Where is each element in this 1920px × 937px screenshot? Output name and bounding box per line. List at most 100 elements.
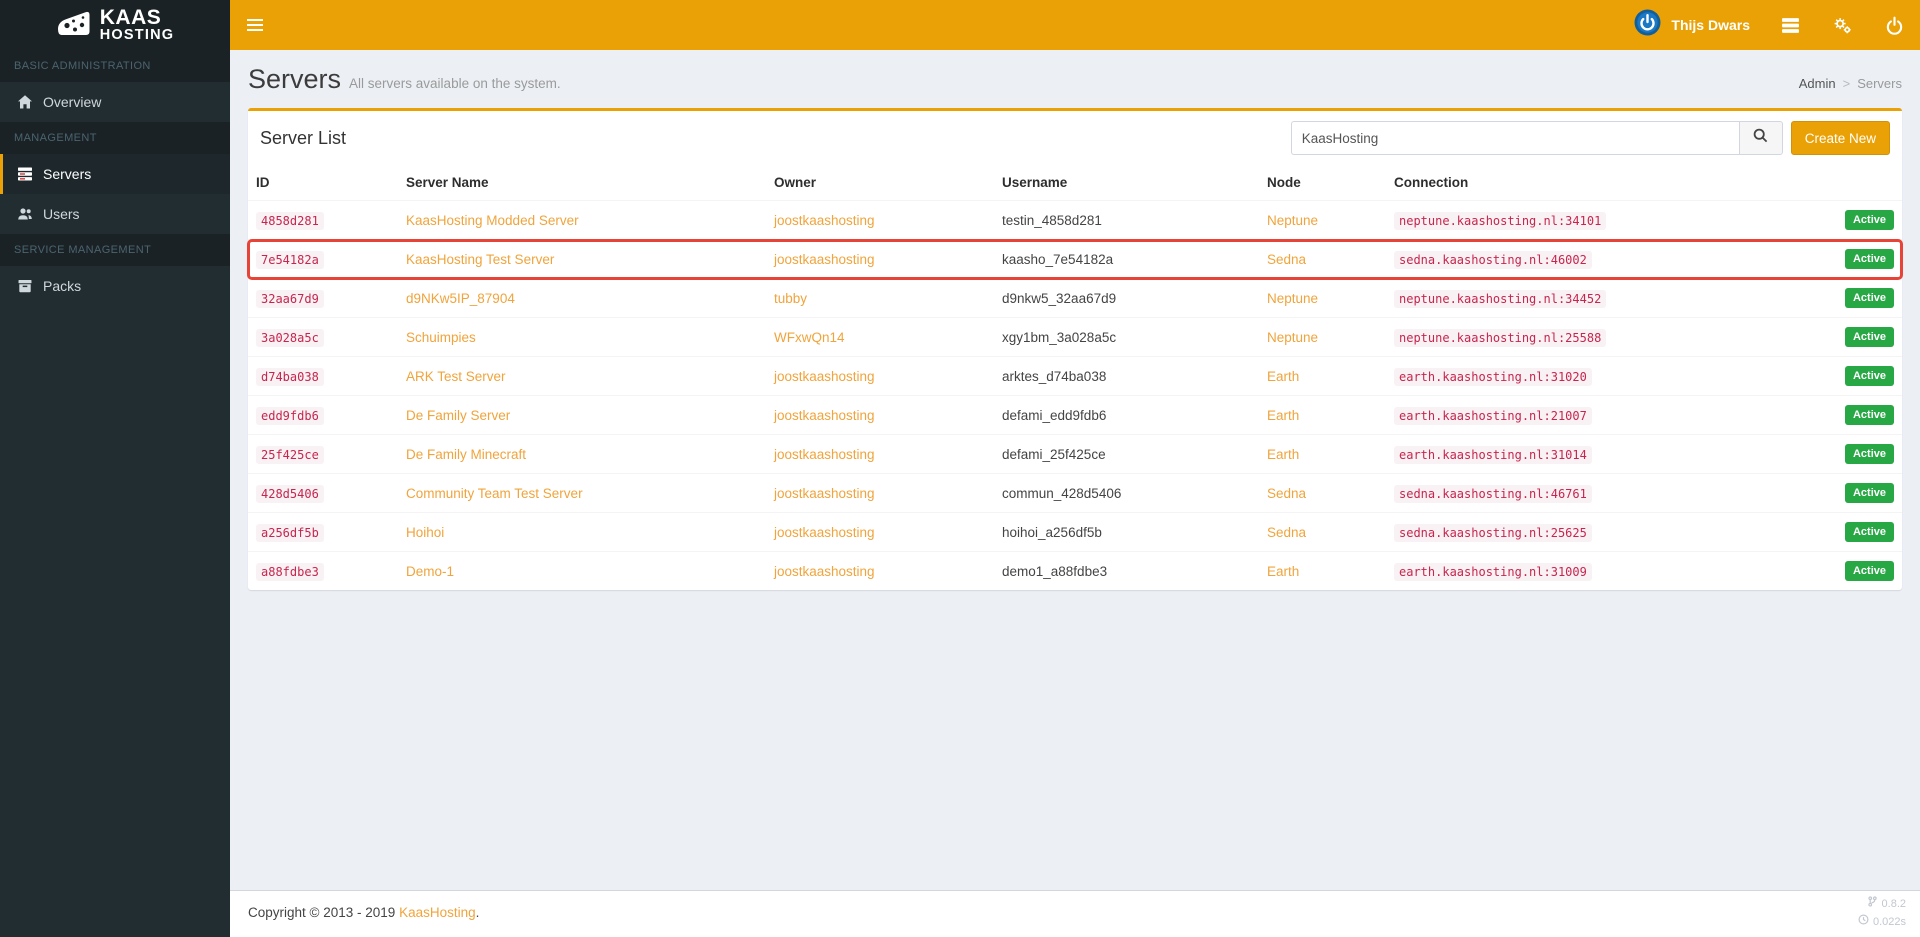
server-id: 4858d281: [256, 211, 324, 230]
owner-link[interactable]: joostkaashosting: [774, 564, 875, 579]
node-link[interactable]: Earth: [1267, 564, 1299, 579]
footer-meta: 0.8.2 0.022s: [1858, 896, 1906, 931]
server-name-link[interactable]: Community Team Test Server: [406, 486, 583, 501]
sidebar-item-overview[interactable]: Overview: [0, 82, 230, 122]
brand-name: KAAS HOSTING: [99, 6, 175, 44]
server-id: 3a028a5c: [256, 328, 324, 347]
topbar: Thijs Dwars: [230, 0, 1920, 50]
column-header: Node: [1259, 165, 1386, 201]
server-row: 3a028a5c Schuimpies WFxwQn14 xgy1bm_3a028a5…: [248, 317, 1902, 357]
owner-link[interactable]: joostkaashosting: [774, 525, 875, 540]
copyright-text: Copyright © 2013 - 2019: [248, 905, 396, 920]
user-avatar-power-icon: [1634, 9, 1661, 41]
server-id: d74ba038: [256, 367, 324, 386]
gears-icon[interactable]: [1816, 0, 1868, 50]
owner-link[interactable]: tubby: [774, 291, 807, 306]
owner-link[interactable]: joostkaashosting: [774, 213, 875, 228]
sidebar-item-label: Overview: [43, 94, 102, 110]
column-header: ID: [248, 165, 398, 201]
server-id: 25f425ce: [256, 445, 324, 464]
node-link[interactable]: Sedna: [1267, 486, 1306, 501]
column-header: Username: [994, 165, 1259, 201]
owner-link[interactable]: WFxwQn14: [774, 330, 845, 345]
sidebar-item-label: Servers: [43, 166, 92, 182]
breadcrumb-item-admin[interactable]: Admin: [1799, 76, 1836, 91]
username-text: testin_4858d281: [1002, 212, 1102, 228]
server-row: a88fdbe3 Demo-1 joostkaashosting demo1_a88f…: [248, 551, 1902, 590]
node-link[interactable]: Earth: [1267, 369, 1299, 384]
power-icon[interactable]: [1868, 0, 1920, 50]
server-id: 32aa67d9: [256, 289, 324, 308]
server-name-link[interactable]: Schuimpies: [406, 330, 476, 345]
main-content: Servers All servers available on the sys…: [230, 50, 1920, 890]
status-badge: Active: [1844, 405, 1894, 425]
render-time: 0.022s: [1872, 915, 1906, 928]
status-badge: Active: [1844, 483, 1894, 503]
node-link[interactable]: Sedna: [1267, 252, 1306, 267]
username-text: hoihoi_a256df5b: [1002, 524, 1102, 540]
server-name-link[interactable]: d9NKw5IP_87904: [406, 291, 515, 306]
column-header: [1701, 165, 1902, 201]
connection-address: earth.kaashosting.nl:31009: [1394, 562, 1592, 581]
owner-link[interactable]: joostkaashosting: [774, 447, 875, 462]
node-link[interactable]: Earth: [1267, 408, 1299, 423]
search-button[interactable]: [1738, 121, 1783, 155]
user-menu[interactable]: Thijs Dwars: [1620, 0, 1764, 50]
status-badge: Active: [1844, 327, 1894, 347]
node-link[interactable]: Neptune: [1267, 291, 1318, 306]
status-badge: Active: [1844, 288, 1894, 308]
server-id: 7e54182a: [256, 250, 324, 269]
version-number: 0.8.2: [1881, 898, 1906, 910]
node-link[interactable]: Neptune: [1267, 330, 1318, 345]
footer-brand-link[interactable]: KaasHosting: [399, 905, 476, 920]
server-list-icon[interactable]: [1764, 0, 1816, 50]
server-name-link[interactable]: De Family Minecraft: [406, 447, 526, 462]
node-link[interactable]: Earth: [1267, 447, 1299, 462]
username-text: arktes_d74ba038: [1002, 368, 1107, 384]
node-link[interactable]: Sedna: [1267, 525, 1306, 540]
sidebar-section-header: SERVICE MANAGEMENT: [0, 234, 230, 266]
server-name-link[interactable]: Demo-1: [406, 564, 454, 579]
sidebar-item-packs[interactable]: Packs: [0, 266, 230, 306]
sidebar-item-label: Packs: [43, 278, 82, 294]
servers-icon: [17, 166, 33, 182]
connection-address: earth.kaashosting.nl:31014: [1394, 445, 1592, 464]
node-link[interactable]: Neptune: [1267, 213, 1318, 228]
owner-link[interactable]: joostkaashosting: [774, 252, 875, 267]
server-name-link[interactable]: ARK Test Server: [406, 369, 506, 384]
owner-link[interactable]: joostkaashosting: [774, 486, 875, 501]
server-id: a88fdbe3: [256, 562, 324, 581]
status-badge: Active: [1844, 249, 1894, 269]
sidebar-item-users[interactable]: Users: [0, 194, 230, 234]
search-input[interactable]: [1290, 121, 1739, 155]
server-name-link[interactable]: KaasHosting Modded Server: [406, 213, 579, 228]
brand-logo[interactable]: KAAS HOSTING: [0, 0, 230, 50]
panel-title: Server List: [260, 127, 347, 148]
server-id: edd9fdb6: [256, 406, 324, 425]
server-name-link[interactable]: Hoihoi: [406, 525, 444, 540]
clock-icon: [1858, 914, 1869, 932]
footer: Copyright © 2013 - 2019 KaasHosting. 0.8…: [230, 890, 1920, 937]
column-header: Server Name: [398, 165, 766, 201]
sidebar-item-servers[interactable]: Servers: [0, 154, 230, 194]
username-text: d9nkw5_32aa67d9: [1002, 290, 1117, 306]
server-row: edd9fdb6 De Family Server joostkaashosting…: [248, 395, 1902, 435]
connection-address: earth.kaashosting.nl:21007: [1394, 406, 1592, 425]
connection-address: sedna.kaashosting.nl:46002: [1394, 250, 1592, 269]
users-icon: [17, 206, 33, 222]
server-name-link[interactable]: KaasHosting Test Server: [406, 252, 554, 267]
box-icon: [17, 278, 33, 294]
server-name-link[interactable]: De Family Server: [406, 408, 510, 423]
breadcrumb-item-servers: Servers: [1857, 76, 1902, 91]
status-badge: Active: [1844, 522, 1894, 542]
server-id: 428d5406: [256, 484, 324, 503]
sidebar-toggle-hamburger-icon[interactable]: [230, 0, 280, 50]
page-title: Servers: [248, 64, 342, 94]
username-text: defami_25f425ce: [1002, 446, 1106, 462]
owner-link[interactable]: joostkaashosting: [774, 369, 875, 384]
username-text: demo1_a88fdbe3: [1002, 563, 1108, 579]
owner-link[interactable]: joostkaashosting: [774, 408, 875, 423]
server-row: d74ba038 ARK Test Server joostkaashosting a…: [248, 356, 1902, 396]
create-new-button[interactable]: Create New: [1790, 121, 1890, 155]
server-row: 4858d281 KaasHosting Modded Server joostka…: [248, 200, 1902, 240]
